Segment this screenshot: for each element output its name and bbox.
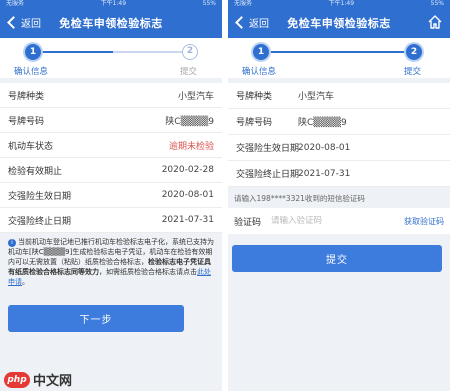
row-value: 小型汽车 — [177, 91, 214, 102]
info-row-insurance-start: 交强险生效日期 2020-08-01 — [228, 135, 450, 161]
nav-bar: 返回 免检车申领检验标志 — [0, 7, 222, 38]
step-1-label: 确认信息 — [14, 67, 49, 77]
step-1-label: 确认信息 — [242, 67, 277, 77]
battery-text: 55% — [202, 0, 216, 7]
step-indicator: 1 2 确认信息 提交 — [0, 38, 222, 78]
page-title: 免检车申领检验标志 — [287, 16, 391, 30]
row-label: 交强险生效日期 — [8, 191, 72, 202]
get-code-button[interactable]: 获取验证码 — [404, 216, 444, 227]
code-label: 验证码 — [234, 217, 262, 228]
info-row-insurance-end: 交强险终止日期 2021-07-31 — [0, 208, 222, 233]
row-value: 小型汽车 — [298, 92, 335, 102]
info-row-vehicle-status: 机动车状态 逾期未检验 — [0, 133, 222, 158]
info-row-inspection-expiry: 检验有效期止 2020-02-28 — [0, 158, 222, 183]
sms-instruction: 请输入198****3321收到的短信验证码 — [234, 194, 365, 203]
step-indicator: 1 2 确认信息 提交 — [228, 38, 450, 78]
submit-label: 提交 — [326, 255, 348, 266]
row-label: 号牌种类 — [8, 91, 45, 102]
step-2-label: 提交 — [404, 67, 422, 77]
row-label: 检验有效期止 — [8, 166, 63, 177]
status-bar: 无服务 下午1:49 55% — [228, 0, 450, 7]
home-icon[interactable] — [427, 14, 443, 30]
row-label: 交强险生效日期 — [236, 144, 300, 154]
notice-text-2: ，如需纸质检验合格标志请点击 — [99, 268, 197, 276]
chevron-left-icon — [235, 16, 248, 29]
row-label: 号牌种类 — [236, 92, 273, 102]
status-bar: 无服务 下午1:49 55% — [0, 0, 222, 7]
info-row-insurance-end: 交强险终止日期 2021-07-31 — [228, 161, 450, 187]
php-logo: php — [4, 371, 30, 388]
page-title: 免检车申领检验标志 — [59, 16, 163, 30]
row-label: 号牌号码 — [8, 116, 45, 127]
back-button[interactable]: 返回 — [6, 7, 41, 38]
chevron-left-icon — [7, 16, 20, 29]
notice-end: 。 — [22, 278, 29, 286]
time-text: 下午1:49 — [328, 0, 355, 7]
nav-bar: 返回 免检车申领检验标志 — [228, 7, 450, 38]
row-label: 交强险终止日期 — [8, 216, 72, 227]
step-1-circle: 1 — [253, 44, 269, 60]
row-value: 2020-08-01 — [161, 190, 214, 200]
e-certificate-notice: i 当前机动车登记地已推行机动车检验标志电子化，系统已支持为机动车[陕C▒▒▒▒9… — [0, 233, 222, 291]
back-button[interactable]: 返回 — [234, 7, 269, 38]
row-value-status: 逾期未检验 — [168, 141, 214, 152]
row-label: 号牌号码 — [236, 118, 273, 128]
submit-screen: 无服务 下午1:49 55% 返回 免检车申领检验标志 1 2 确认信息 提交 … — [228, 0, 450, 391]
info-row-plate-type: 号牌种类 小型汽车 — [0, 83, 222, 108]
step-2-circle: 2 — [182, 44, 198, 60]
back-label: 返回 — [21, 19, 41, 30]
next-step-button[interactable]: 下一步 — [8, 305, 184, 332]
vehicle-info-list: 号牌种类 小型汽车 号牌号码 陕C▒▒▒▒9 交强险生效日期 2020-08-0… — [228, 83, 450, 187]
row-value: 陕C▒▒▒▒9 — [298, 118, 347, 128]
watermark-text: 中文网 — [33, 374, 73, 389]
vehicle-info-list: 号牌种类 小型汽车 号牌号码 陕C▒▒▒▒9 机动车状态 逾期未检验 检验有效期… — [0, 83, 222, 233]
step-1-circle: 1 — [25, 44, 41, 60]
carrier-text: 无服务 — [6, 0, 25, 7]
info-row-plate-number: 号牌号码 陕C▒▒▒▒9 — [228, 109, 450, 135]
info-row-plate-type: 号牌种类 小型汽车 — [228, 83, 450, 109]
verification-code-row: 验证码 获取验证码 — [228, 208, 450, 234]
time-text: 下午1:49 — [100, 0, 127, 7]
step-2-circle: 2 — [406, 44, 422, 60]
confirm-info-screen: 无服务 下午1:49 55% 返回 免检车申领检验标志 1 2 确认信息 提交 … — [0, 0, 222, 391]
back-label: 返回 — [249, 19, 269, 30]
carrier-text: 无服务 — [234, 0, 253, 7]
info-row-plate-number: 号牌号码 陕C▒▒▒▒9 — [0, 108, 222, 133]
row-value: 2020-02-28 — [161, 165, 214, 175]
info-row-insurance-start: 交强险生效日期 2020-08-01 — [0, 183, 222, 208]
submit-button[interactable]: 提交 — [232, 245, 442, 272]
step-progress-line — [261, 51, 411, 53]
next-step-label: 下一步 — [79, 315, 113, 326]
row-value: 2021-07-31 — [161, 215, 214, 225]
row-value: 2020-08-01 — [298, 142, 351, 153]
battery-text: 55% — [430, 0, 444, 7]
row-label: 机动车状态 — [8, 141, 54, 152]
step-pending-line — [113, 51, 182, 53]
row-label: 交强险终止日期 — [236, 170, 300, 180]
verification-code-input[interactable] — [271, 216, 382, 226]
row-value: 2021-07-31 — [298, 168, 351, 179]
info-icon: i — [8, 239, 16, 247]
step-2-label: 提交 — [180, 67, 198, 77]
site-watermark: php 中文网 — [4, 370, 72, 389]
row-value: 陕C▒▒▒▒9 — [165, 116, 214, 127]
step-progress-line — [33, 51, 113, 53]
